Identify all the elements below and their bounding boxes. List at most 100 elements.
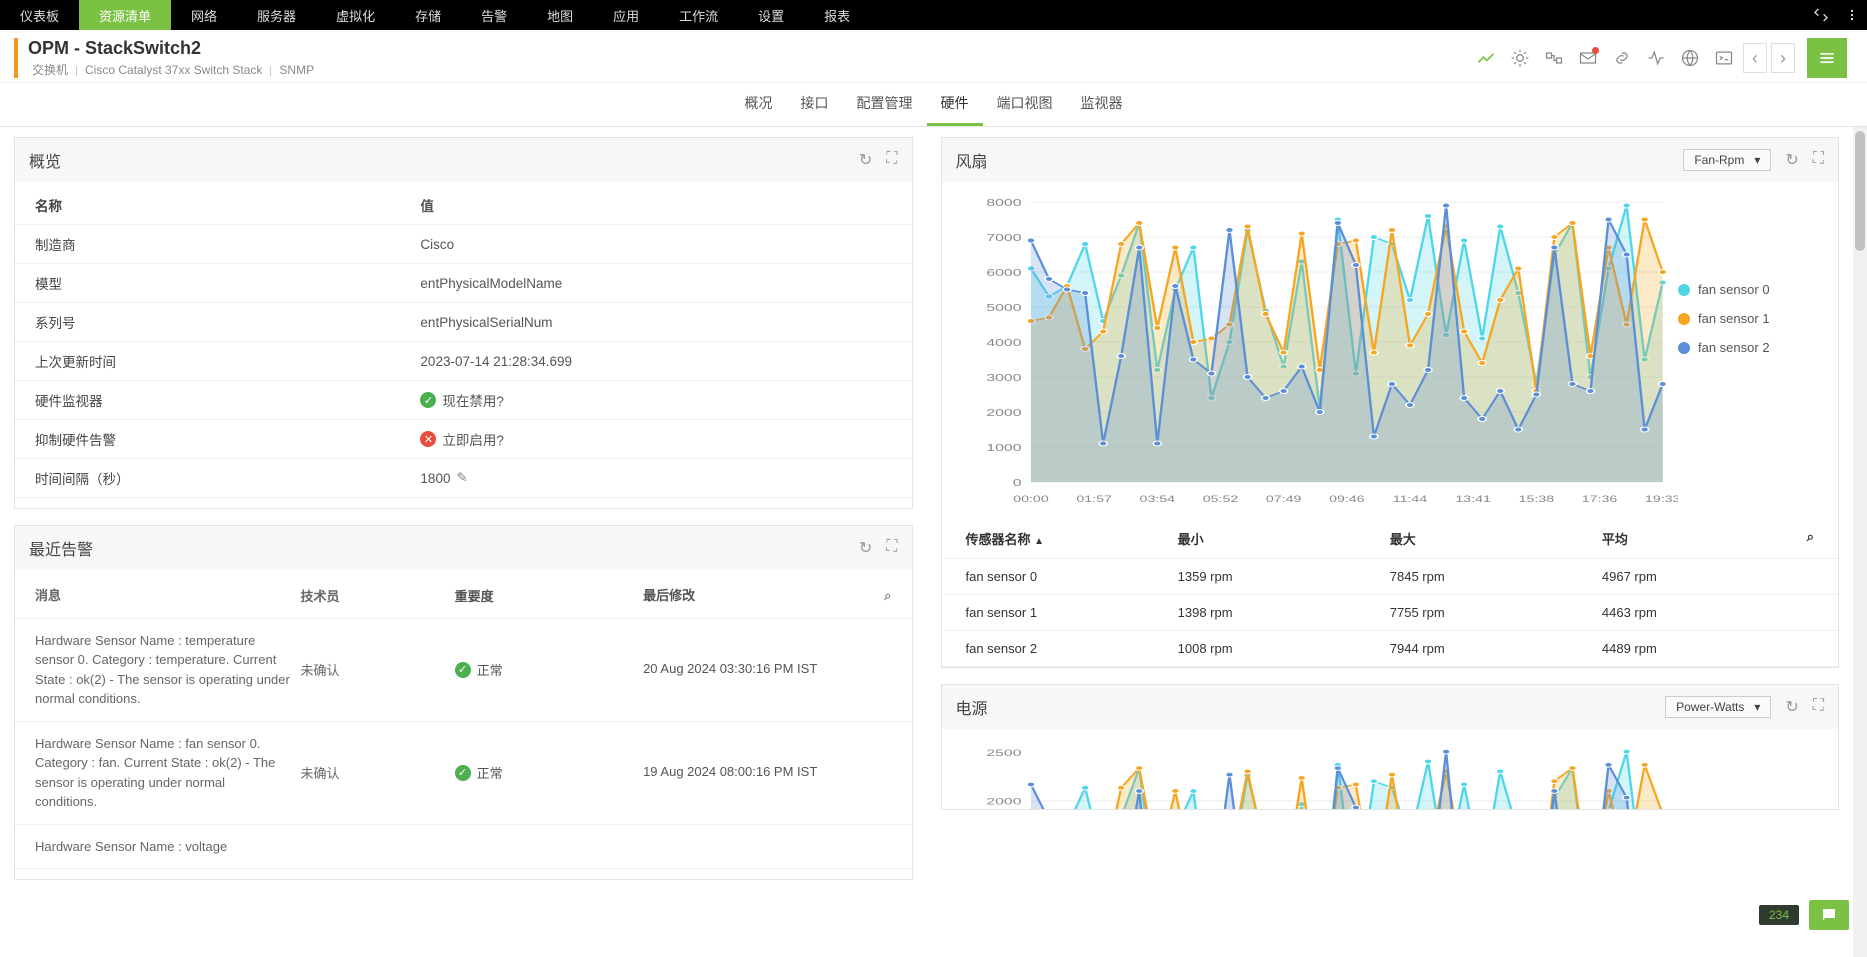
power-metric-select[interactable]: Power-Watts▾ [1665,696,1771,718]
overview-title: 概览 [29,148,61,172]
tab-hardware[interactable]: 硬件 [927,83,983,126]
overview-value: entPhysicalSerialNum [420,312,891,332]
alarm-search-icon[interactable]: ⌕ [857,588,891,604]
nav-report[interactable]: 报表 [804,0,870,30]
svg-text:11:44: 11:44 [1392,494,1427,505]
expand-icon[interactable]: ⛶ [886,150,897,170]
overview-value: 1800✎ [420,468,891,488]
sensor-row[interactable]: fan sensor 21008 rpm7944 rpm4489 rpm [942,631,1839,667]
alert-icon[interactable] [1505,43,1535,73]
collapse-icon[interactable] [1805,0,1837,30]
alarm-row[interactable]: Hardware Sensor Name : fan sensor 0. Cat… [15,722,912,825]
next-arrow[interactable]: › [1771,43,1795,73]
alarms-title: 最近告警 [29,536,93,560]
tab-monitor[interactable]: 监视器 [1067,83,1137,126]
nav-map[interactable]: 地图 [527,0,593,30]
overview-row: 制造商Cisco [15,225,912,264]
sensor-col-avg[interactable]: 平均 [1602,529,1772,548]
nav-inventory[interactable]: 资源清单 [79,0,171,30]
sensor-col-max[interactable]: 最大 [1390,529,1602,548]
alarm-row[interactable]: Hardware Sensor Name : temperature senso… [15,619,912,722]
svg-text:1000: 1000 [986,442,1021,453]
mail-icon[interactable] [1573,43,1603,73]
fan-panel: 风扇 Fan-Rpm▾ ↻ ⛶ 010002000300040005000600… [941,137,1840,668]
fan-metric-select[interactable]: Fan-Rpm▾ [1683,149,1771,171]
alarm-col-mod: 最后修改 [643,587,857,605]
right-column: 风扇 Fan-Rpm▾ ↻ ⛶ 010002000300040005000600… [927,127,1854,957]
alarm-msg: Hardware Sensor Name : fan sensor 0. Cat… [35,734,301,812]
expand-icon[interactable]: ⛶ [886,538,897,558]
nav-dashboard[interactable]: 仪表板 [0,0,79,30]
svg-text:19:33: 19:33 [1644,494,1678,505]
sensor-cell: 4967 rpm [1602,569,1772,584]
nav-alarm[interactable]: 告警 [461,0,527,30]
overview-row: 抑制硬件告警✕立即启用? [15,420,912,459]
nav-storage[interactable]: 存储 [395,0,461,30]
tab-interface[interactable]: 接口 [787,83,843,126]
nav-network[interactable]: 网络 [171,0,237,30]
more-icon[interactable] [1837,0,1867,30]
alarm-row[interactable]: Hardware Sensor Name : voltage [15,825,912,870]
overview-value: Cisco [420,234,891,254]
overview-row: 系列号entPhysicalSerialNum [15,303,912,342]
accent-bar [14,38,18,78]
overview-col-value: 值 [420,195,891,215]
sensor-search-icon[interactable]: ⌕ [1772,529,1814,548]
link-icon[interactable] [1539,43,1569,73]
edit-icon[interactable]: ✎ [456,470,467,486]
pulse-icon[interactable] [1641,43,1671,73]
nav-settings[interactable]: 设置 [738,0,804,30]
overview-value: entPhysicalModelName [420,273,891,293]
overview-key: 抑制硬件告警 [35,429,420,449]
refresh-icon[interactable]: ↻ [859,150,872,170]
overview-value: 2023-07-14 21:28:34.699 [420,351,891,371]
tab-config[interactable]: 配置管理 [843,83,927,126]
chart-icon[interactable] [1471,43,1501,73]
refresh-icon[interactable]: ↻ [859,538,872,558]
sensor-cell: 1398 rpm [1178,605,1390,620]
svg-text:03:54: 03:54 [1139,494,1175,505]
fan-chart: 01000200030004000500060007000800000:0001… [952,192,1679,515]
prev-arrow[interactable]: ‹ [1743,43,1767,73]
overview-row: 模型entPhysicalModelName [15,264,912,303]
chain-icon[interactable] [1607,43,1637,73]
refresh-icon[interactable]: ↻ [1785,697,1798,717]
svg-text:01:57: 01:57 [1076,494,1112,505]
scrollbar[interactable] [1853,127,1867,957]
page-subtitle: 交换机Cisco Catalyst 37xx Switch StackSNMP [28,61,318,78]
sensor-row[interactable]: fan sensor 01359 rpm7845 rpm4967 rpm [942,559,1839,595]
chat-button[interactable] [1809,900,1849,930]
expand-icon[interactable]: ⛶ [1813,697,1824,717]
nav-app[interactable]: 应用 [593,0,659,30]
cross-icon: ✕ [420,431,436,447]
count-badge[interactable]: 234 [1759,905,1799,925]
sensor-cell: fan sensor 2 [966,641,1178,656]
overview-row: 上次更新时间2023-07-14 21:28:34.699 [15,342,912,381]
svg-text:7000: 7000 [986,232,1021,243]
overview-value: ✓现在禁用? [420,390,891,410]
globe-icon[interactable] [1675,43,1705,73]
tab-portview[interactable]: 端口视图 [983,83,1067,126]
legend-item: fan sensor 0 [1698,282,1770,297]
nav-virtualization[interactable]: 虚拟化 [316,0,395,30]
refresh-icon[interactable]: ↻ [1785,150,1798,170]
svg-text:5000: 5000 [986,302,1021,313]
hamburger-menu[interactable] [1807,38,1847,78]
nav-workflow[interactable]: 工作流 [659,0,738,30]
check-icon: ✓ [420,392,436,408]
svg-text:09:46: 09:46 [1329,494,1365,505]
power-panel: 电源 Power-Watts▾ ↻ ⛶ 2500010002000 [941,684,1840,810]
sensor-cell: 4489 rpm [1602,641,1772,656]
expand-icon[interactable]: ⛶ [1813,150,1824,170]
terminal-icon[interactable] [1709,43,1739,73]
sensor-cell: fan sensor 1 [966,605,1178,620]
overview-value: ✕立即启用? [420,429,891,449]
tab-summary[interactable]: 概况 [731,83,787,126]
sensor-col-name[interactable]: 传感器名称 ▲ [966,529,1178,548]
page-header: OPM - StackSwitch2 交换机Cisco Catalyst 37x… [0,30,1867,83]
sensor-row[interactable]: fan sensor 11398 rpm7755 rpm4463 rpm [942,595,1839,631]
overview-key: 硬件监视器 [35,390,420,410]
nav-server[interactable]: 服务器 [237,0,316,30]
alarm-tech: 未确认 [301,660,455,679]
sensor-col-min[interactable]: 最小 [1178,529,1390,548]
